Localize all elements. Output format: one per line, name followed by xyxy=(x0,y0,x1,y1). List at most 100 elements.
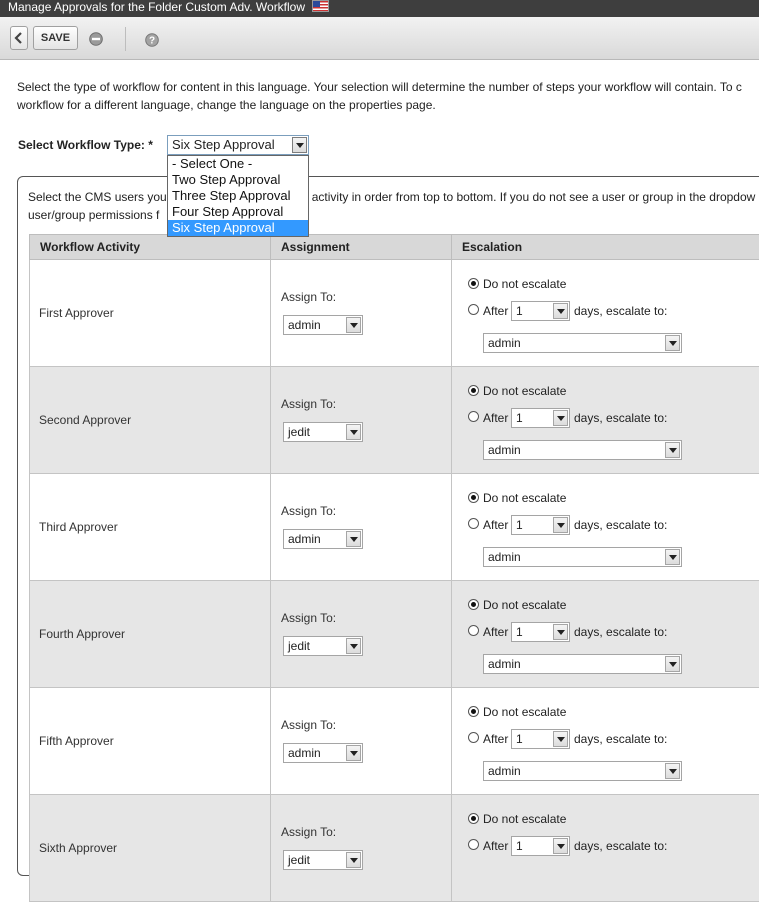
chevron-down-icon[interactable] xyxy=(553,838,568,854)
workflow-type-select[interactable]: Six Step Approval xyxy=(167,135,309,155)
chevron-down-icon[interactable] xyxy=(665,549,680,565)
days-select[interactable]: 1 xyxy=(511,729,570,749)
toolbar-divider xyxy=(125,27,126,51)
chevron-down-icon[interactable] xyxy=(346,638,361,654)
assign-to-label: Assign To: xyxy=(281,611,336,625)
days-escalate-label: days, escalate to: xyxy=(574,518,667,532)
assign-to-select[interactable]: admin xyxy=(283,315,363,335)
escalate-to-select[interactable]: admin xyxy=(483,333,682,353)
help-icon[interactable]: ? xyxy=(145,33,159,47)
assign-to-select[interactable]: jedit xyxy=(283,636,363,656)
chevron-down-icon[interactable] xyxy=(346,852,361,868)
assign-to-select[interactable]: admin xyxy=(283,529,363,549)
escalation-cell: Do not escalate After 1 days, escalate t… xyxy=(452,688,759,795)
chevron-down-icon[interactable] xyxy=(346,317,361,333)
chevron-down-icon[interactable] xyxy=(665,656,680,672)
no-escalate-label: Do not escalate xyxy=(483,277,566,291)
days-select[interactable]: 1 xyxy=(511,515,570,535)
option-six-step[interactable]: Six Step Approval xyxy=(168,220,308,236)
no-escalate-radio[interactable] xyxy=(468,599,479,610)
assign-to-label: Assign To: xyxy=(281,290,336,304)
assign-to-select[interactable]: jedit xyxy=(283,850,363,870)
activity-cell: Fourth Approver xyxy=(30,581,271,688)
days-escalate-label: days, escalate to: xyxy=(574,625,667,639)
activity-name: Fourth Approver xyxy=(39,627,125,641)
assign-to-label: Assign To: xyxy=(281,718,336,732)
after-label: After xyxy=(483,839,508,853)
table-row: Third Approver Assign To: admin Do not e… xyxy=(30,474,759,581)
save-button[interactable]: SAVE xyxy=(33,26,78,50)
intro-text: Select the type of workflow for content … xyxy=(17,78,759,114)
chevron-down-icon[interactable] xyxy=(292,137,307,153)
no-escalate-radio[interactable] xyxy=(468,278,479,289)
days-select[interactable]: 1 xyxy=(511,836,570,856)
no-escalate-radio[interactable] xyxy=(468,492,479,503)
activity-name: Fifth Approver xyxy=(39,734,114,748)
activity-name: First Approver xyxy=(39,306,114,320)
escalation-cell: Do not escalate After 1 days, escalate t… xyxy=(452,260,759,367)
chevron-down-icon[interactable] xyxy=(553,517,568,533)
no-escalate-radio[interactable] xyxy=(468,385,479,396)
table-row: Sixth Approver Assign To: jedit Do not e… xyxy=(30,795,759,902)
escalation-cell: Do not escalate After 1 days, escalate t… xyxy=(452,795,759,902)
no-escalate-label: Do not escalate xyxy=(483,705,566,719)
option-three-step[interactable]: Three Step Approval xyxy=(168,188,308,204)
escalation-cell: Do not escalate After 1 days, escalate t… xyxy=(452,367,759,474)
days-escalate-label: days, escalate to: xyxy=(574,839,667,853)
remove-icon[interactable] xyxy=(89,32,103,46)
no-escalate-radio[interactable] xyxy=(468,813,479,824)
option-two-step[interactable]: Two Step Approval xyxy=(168,172,308,188)
assignment-cell: Assign To: admin xyxy=(271,474,452,581)
chevron-down-icon[interactable] xyxy=(553,624,568,640)
activity-cell: Fifth Approver xyxy=(30,688,271,795)
option-four-step[interactable]: Four Step Approval xyxy=(168,204,308,220)
assign-to-label: Assign To: xyxy=(281,397,336,411)
days-escalate-label: days, escalate to: xyxy=(574,732,667,746)
activity-cell: First Approver xyxy=(30,260,271,367)
chevron-left-icon xyxy=(14,32,24,44)
activity-cell: Third Approver xyxy=(30,474,271,581)
after-radio[interactable] xyxy=(468,304,479,315)
days-select[interactable]: 1 xyxy=(511,408,570,428)
days-escalate-label: days, escalate to: xyxy=(574,304,667,318)
assignment-cell: Assign To: jedit xyxy=(271,581,452,688)
chevron-down-icon[interactable] xyxy=(346,424,361,440)
escalation-cell: Do not escalate After 1 days, escalate t… xyxy=(452,474,759,581)
svg-text:?: ? xyxy=(149,36,155,47)
option-select-one[interactable]: - Select One - xyxy=(168,156,308,172)
days-select[interactable]: 1 xyxy=(511,301,570,321)
after-radio[interactable] xyxy=(468,839,479,850)
workflow-type-label: Select Workflow Type: * xyxy=(18,138,153,152)
table-row: Fifth Approver Assign To: admin Do not e… xyxy=(30,688,759,795)
no-escalate-radio[interactable] xyxy=(468,706,479,717)
back-button[interactable] xyxy=(10,26,28,50)
escalate-to-select[interactable]: admin xyxy=(483,761,682,781)
chevron-down-icon[interactable] xyxy=(553,731,568,747)
after-radio[interactable] xyxy=(468,625,479,636)
chevron-down-icon[interactable] xyxy=(553,410,568,426)
after-radio[interactable] xyxy=(468,732,479,743)
escalate-to-select[interactable]: admin xyxy=(483,547,682,567)
us-flag-icon xyxy=(312,0,329,12)
assign-to-select[interactable]: admin xyxy=(283,743,363,763)
assign-to-label: Assign To: xyxy=(281,825,336,839)
workflow-type-dropdown: - Select One - Two Step Approval Three S… xyxy=(167,155,309,237)
after-radio[interactable] xyxy=(468,411,479,422)
table-row: Second Approver Assign To: jedit Do not … xyxy=(30,367,759,474)
table-row: First Approver Assign To: admin Do not e… xyxy=(30,260,759,367)
chevron-down-icon[interactable] xyxy=(665,442,680,458)
toolbar: SAVE ? xyxy=(0,17,759,60)
no-escalate-label: Do not escalate xyxy=(483,812,566,826)
days-select[interactable]: 1 xyxy=(511,622,570,642)
chevron-down-icon[interactable] xyxy=(346,531,361,547)
chevron-down-icon[interactable] xyxy=(553,303,568,319)
chevron-down-icon[interactable] xyxy=(665,763,680,779)
chevron-down-icon[interactable] xyxy=(346,745,361,761)
activity-name: Sixth Approver xyxy=(39,841,117,855)
escalation-cell: Do not escalate After 1 days, escalate t… xyxy=(452,581,759,688)
chevron-down-icon[interactable] xyxy=(665,335,680,351)
after-radio[interactable] xyxy=(468,518,479,529)
assign-to-select[interactable]: jedit xyxy=(283,422,363,442)
escalate-to-select[interactable]: admin xyxy=(483,654,682,674)
escalate-to-select[interactable]: admin xyxy=(483,440,682,460)
